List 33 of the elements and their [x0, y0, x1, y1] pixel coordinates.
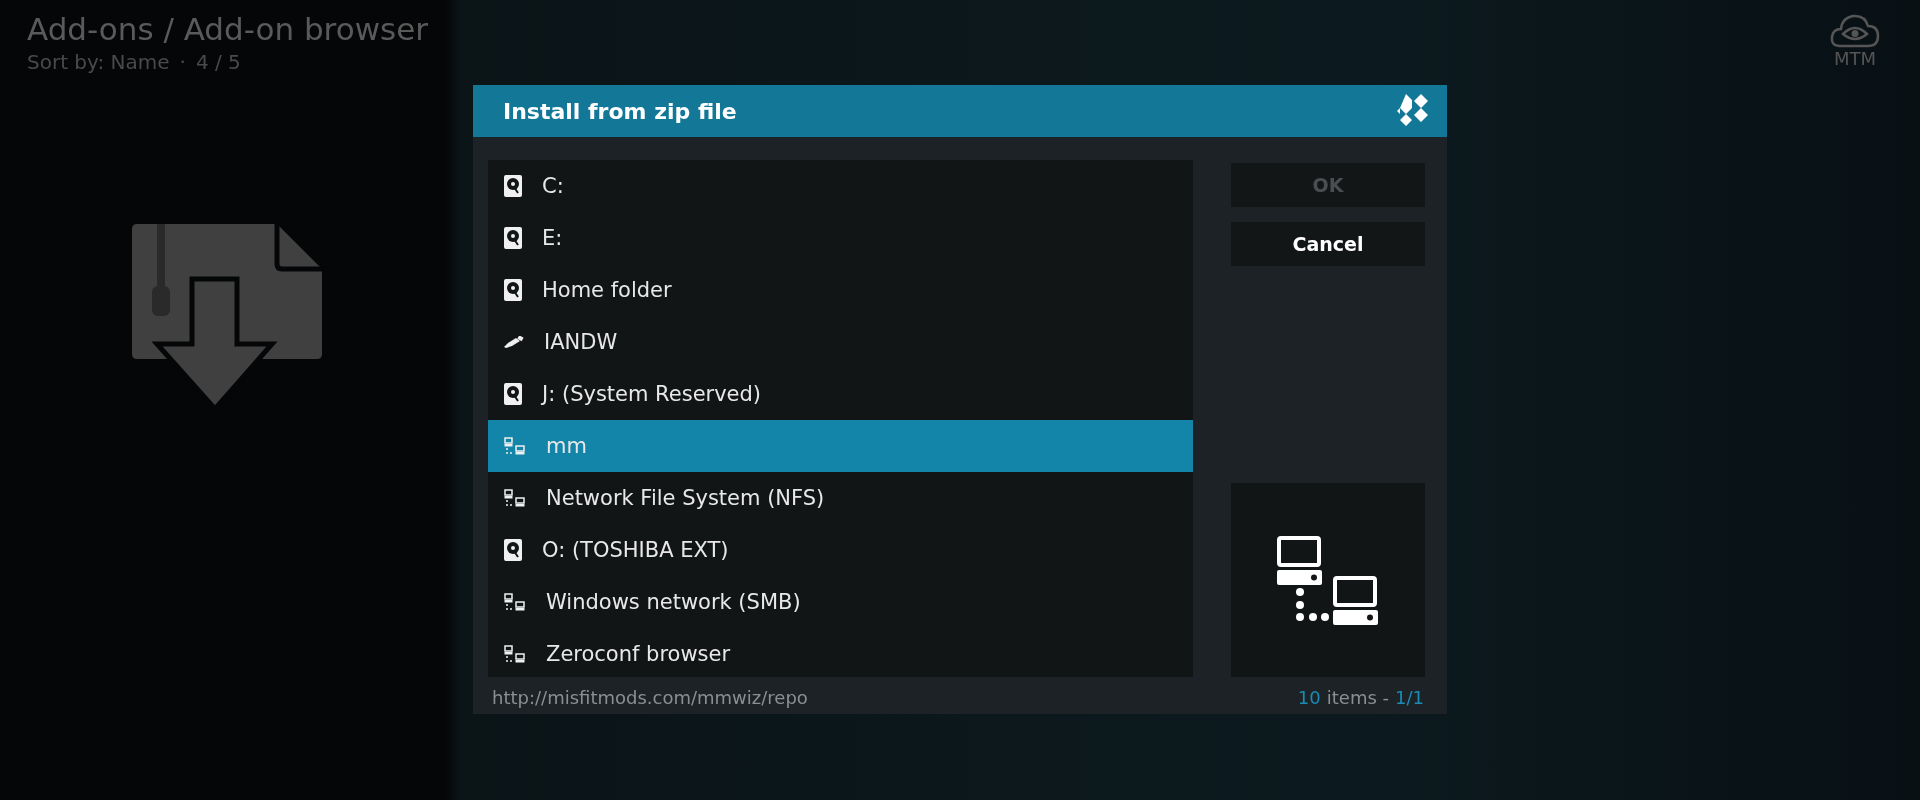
hard-drive-icon — [504, 175, 522, 197]
list-item[interactable]: Windows network (SMB) — [488, 576, 1193, 628]
list-item[interactable]: IANDW — [488, 316, 1193, 368]
dialog-title: Install from zip file — [503, 98, 737, 124]
cloud-eye-icon — [1830, 12, 1880, 48]
list-item[interactable]: O: (TOSHIBA EXT) — [488, 524, 1193, 576]
network-icon — [504, 645, 526, 663]
hard-drive-icon — [504, 383, 522, 405]
sort-label: Sort by: Name — [27, 50, 170, 74]
list-item[interactable]: Network File System (NFS) — [488, 472, 1193, 524]
usb-stick-icon — [504, 336, 524, 348]
logo-text: MTM — [1833, 48, 1877, 69]
page-position: 4 / 5 — [195, 50, 241, 74]
list-item[interactable]: E: — [488, 212, 1193, 264]
hard-drive-icon — [504, 227, 522, 249]
items-label: items - — [1326, 687, 1390, 708]
network-icon — [504, 489, 526, 507]
list-item[interactable]: C: — [488, 160, 1193, 212]
cancel-button[interactable]: Cancel — [1231, 222, 1425, 266]
folder-path: http://misfitmods.com/mmwiz/repo — [492, 687, 808, 708]
list-item[interactable]: Home folder — [488, 264, 1193, 316]
network-icon — [504, 593, 526, 611]
breadcrumb-title: Add-ons / Add-on browser — [27, 10, 428, 49]
list-item[interactable]: Zeroconf browser — [488, 628, 1193, 680]
list-item[interactable]: J: (System Reserved) — [488, 368, 1193, 420]
item-count: 10 — [1297, 687, 1321, 708]
network-icon — [504, 437, 526, 455]
diamond-logo-icon — [1397, 94, 1431, 128]
page-number: 1/1 — [1395, 687, 1424, 708]
network-icon — [1276, 535, 1380, 625]
hard-drive-icon — [504, 539, 522, 561]
hard-drive-icon — [504, 279, 522, 301]
separator-dot: · — [179, 50, 186, 74]
